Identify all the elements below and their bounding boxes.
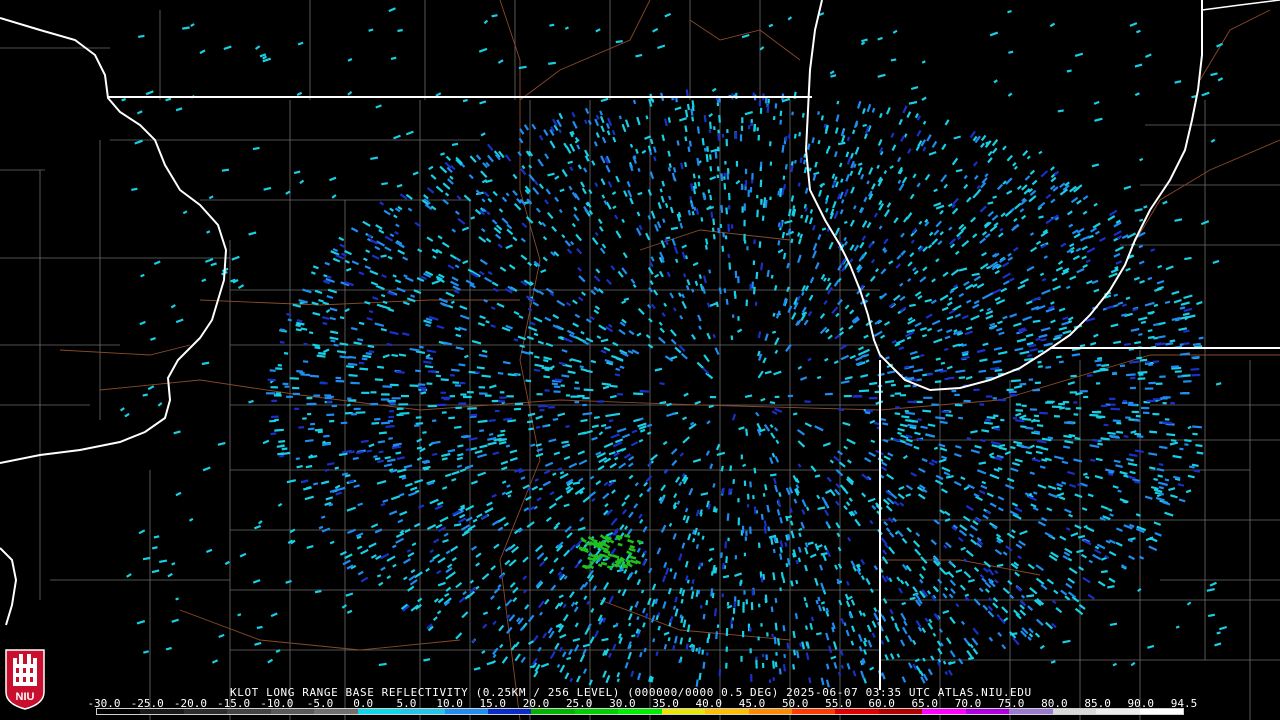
scale-segment xyxy=(1139,709,1183,714)
radar-map xyxy=(0,0,1280,720)
state-line-southwest xyxy=(0,547,18,626)
scale-segment xyxy=(792,709,836,714)
scale-segment xyxy=(97,709,141,714)
scale-segment xyxy=(531,709,575,714)
state-line-mi-north xyxy=(1201,0,1280,11)
echo-streaks xyxy=(267,89,1201,684)
scale-segment xyxy=(1096,709,1140,714)
scale-segment xyxy=(444,709,488,714)
highway-line xyxy=(59,344,191,356)
county-boundaries xyxy=(0,0,1280,720)
highway-line xyxy=(689,19,801,61)
highway-line xyxy=(179,609,461,651)
echo-streaks xyxy=(265,92,1204,688)
highway-line xyxy=(499,0,541,720)
scale-segment xyxy=(314,709,358,714)
logo-text: NIU xyxy=(16,691,35,703)
scale-segment xyxy=(487,709,532,714)
scale-segment xyxy=(748,709,792,714)
echo-green-cluster xyxy=(578,534,643,570)
highway-line xyxy=(599,599,791,641)
scale-segment xyxy=(401,709,445,714)
scale-segment xyxy=(705,709,749,714)
scale-segment xyxy=(270,709,315,714)
scale-segment xyxy=(922,709,966,714)
state-line-mississippi-river xyxy=(0,17,228,464)
scale-segment xyxy=(140,709,184,714)
scale-segment xyxy=(661,709,706,714)
highway-line xyxy=(639,229,791,251)
scale-segment xyxy=(1009,709,1053,714)
scale-segment xyxy=(878,709,923,714)
lake-michigan-shoreline xyxy=(804,0,1203,392)
scale-segment xyxy=(1052,709,1097,714)
highway-line xyxy=(199,299,520,306)
niu-logo-icon: NIU xyxy=(5,649,45,710)
scale-segment xyxy=(357,709,402,714)
scale-segment xyxy=(965,709,1010,714)
scale-segment xyxy=(227,709,271,714)
radar-map-view: KLOT LONG RANGE BASE REFLECTIVITY (0.25K… xyxy=(0,0,1280,720)
highway-line xyxy=(1199,9,1271,81)
scale-segment xyxy=(835,709,879,714)
highway-line xyxy=(519,0,651,101)
scale-segment xyxy=(574,709,619,714)
echo-streaks xyxy=(119,7,1228,686)
scale-segment xyxy=(183,709,228,714)
scale-segment xyxy=(618,709,662,714)
color-scale-bar xyxy=(96,708,1184,715)
